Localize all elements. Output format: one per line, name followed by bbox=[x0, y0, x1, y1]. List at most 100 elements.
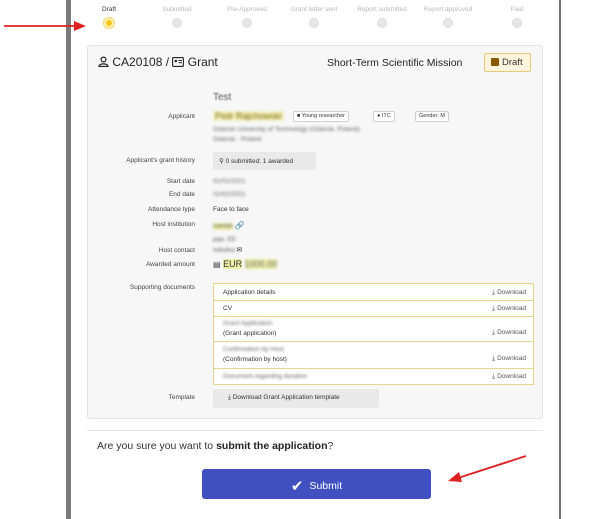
step-dot bbox=[172, 18, 182, 28]
grant-history-button[interactable]: ⚲ 0 submitted; 1 awarded bbox=[213, 152, 316, 170]
download-label: Download bbox=[497, 329, 526, 336]
draft-status-button[interactable]: Draft bbox=[484, 53, 531, 72]
card-header: CA20108 / Grant Short-Term Scientific Mi… bbox=[88, 46, 544, 80]
applicant-label: Applicant bbox=[168, 113, 195, 120]
awarded-amount-label: Awarded amount bbox=[145, 261, 195, 268]
download-link[interactable]: ⤓ Download bbox=[492, 329, 526, 337]
download-link[interactable]: ⤓ Download bbox=[492, 289, 526, 297]
step-label: Draft bbox=[101, 6, 117, 13]
document-name: Grant Application bbox=[223, 320, 273, 327]
confirm-emphasis: submit the application bbox=[216, 440, 328, 452]
document-name: CV bbox=[223, 305, 233, 312]
grant-identifier: CA20108 / Grant bbox=[98, 55, 218, 69]
step-dot bbox=[443, 18, 453, 28]
confirm-suffix: ? bbox=[327, 440, 334, 452]
save-icon bbox=[491, 58, 499, 66]
search-icon: ⚲ bbox=[219, 158, 226, 165]
awarded-amount-number: 1000.00 bbox=[244, 259, 278, 269]
document-name: Document regarding duration bbox=[223, 373, 308, 380]
step-label: Pre-Approved bbox=[226, 6, 268, 13]
supporting-documents-table: Application details ⤓ Download CV ⤓ Downlo… bbox=[213, 283, 534, 385]
applicant-organization: Gdansk University of Technology (Gdansk,… bbox=[213, 126, 360, 133]
step-label: Submitted bbox=[162, 6, 192, 13]
download-link[interactable]: ⤓ Download bbox=[492, 355, 526, 363]
applicant-location: Gdansk - Poland bbox=[213, 136, 262, 143]
document-row: Application details ⤓ Download bbox=[214, 284, 533, 301]
download-label: Download bbox=[497, 355, 526, 362]
host-contact-label: Host contact bbox=[158, 247, 195, 254]
end-date-label: End date bbox=[168, 191, 195, 198]
tag-label: ITC bbox=[381, 113, 391, 119]
link-icon[interactable]: 🔗 bbox=[235, 221, 245, 230]
awarded-currency: EUR bbox=[223, 259, 243, 269]
awarded-amount-value: ▤ EUR 1000.00 bbox=[213, 259, 278, 269]
confirm-prefix: Are you sure you want to bbox=[97, 440, 217, 452]
document-row: Document regarding duration ⤓ Download bbox=[214, 369, 533, 384]
step-dot bbox=[242, 18, 252, 28]
download-icon: ⤓ bbox=[491, 305, 496, 312]
host-contact-value: hdhdhd ✉ bbox=[213, 246, 242, 254]
download-template-label: Download Grant Application template bbox=[232, 394, 340, 401]
action-code: CA20108 / bbox=[112, 55, 173, 69]
step-report-approved: Report approved bbox=[418, 6, 478, 28]
download-icon: ⤓ bbox=[491, 329, 496, 336]
step-dot bbox=[104, 18, 114, 28]
document-row: Grant Application (Grant application) ⤓ D… bbox=[214, 317, 533, 342]
document-name: Confirmation by Host bbox=[223, 346, 284, 353]
download-label: Download bbox=[497, 289, 526, 296]
envelope-icon[interactable]: ✉ bbox=[237, 247, 243, 254]
step-dot bbox=[512, 18, 522, 28]
step-paid: Paid bbox=[487, 6, 547, 28]
tag-young-researcher: ■ Young researcher bbox=[293, 111, 349, 122]
document-row: Confirmation by Host (Confirmation by ho… bbox=[214, 342, 533, 369]
annotation-arrow-draft bbox=[4, 21, 86, 31]
attendance-type-value: Face to face bbox=[213, 206, 249, 213]
host-contact-name: hdhdhd bbox=[213, 247, 235, 254]
attendance-type-label: Attendance type bbox=[148, 206, 195, 213]
tag-label: Young researcher bbox=[301, 113, 345, 119]
host-institution-name: hdhfdh bbox=[213, 223, 233, 230]
mission-type: Short-Term Scientific Mission bbox=[327, 57, 463, 69]
download-label: Download bbox=[497, 373, 526, 380]
window-edge-left bbox=[66, 0, 71, 519]
users-icon bbox=[98, 56, 109, 68]
download-icon: ⤓ bbox=[491, 373, 496, 380]
window-edge-right bbox=[559, 0, 561, 519]
grant-history-label: Applicant's grant history bbox=[126, 157, 195, 164]
step-label: Report submitted bbox=[357, 6, 407, 13]
tag-itc: ● ITC bbox=[373, 111, 395, 122]
end-date-value: 01/02/2021 bbox=[213, 191, 246, 198]
applicant-name: Piotr Rajchowski bbox=[213, 111, 284, 121]
step-dot bbox=[377, 18, 387, 28]
step-report-submitted: Report submitted bbox=[352, 6, 412, 28]
document-subtitle: (Grant application) bbox=[223, 330, 277, 337]
section-divider bbox=[87, 430, 543, 431]
application-title: Test bbox=[213, 92, 232, 103]
document-row: CV ⤓ Download bbox=[214, 301, 533, 317]
step-label: Paid bbox=[510, 6, 524, 13]
download-link[interactable]: ⤓ Download bbox=[492, 373, 526, 381]
submit-label: Submit bbox=[309, 480, 343, 492]
draft-status-label: Draft bbox=[502, 57, 523, 68]
tag-label: Gender: M bbox=[419, 113, 445, 119]
step-pre-approved: Pre-Approved bbox=[217, 6, 277, 28]
host-institution-label: Host institution bbox=[152, 221, 195, 228]
tag-gender: Gender: M bbox=[415, 111, 449, 122]
annotation-arrow-submit bbox=[448, 455, 527, 482]
start-date-label: Start date bbox=[166, 178, 195, 185]
step-label: Report approved bbox=[423, 6, 473, 13]
template-label: Template bbox=[168, 394, 195, 401]
submit-button[interactable]: ✔ Submit bbox=[202, 469, 431, 499]
step-grant-letter-sent: Grant letter sent bbox=[284, 6, 344, 28]
step-draft: Draft bbox=[79, 6, 139, 28]
grant-type-label: Grant bbox=[187, 55, 218, 69]
document-name: Application details bbox=[223, 289, 276, 296]
host-contact-extra: ppp, EE bbox=[213, 236, 237, 243]
grant-card: CA20108 / Grant Short-Term Scientific Mi… bbox=[87, 45, 543, 419]
status-stepper: Draft Submitted Pre-Approved Grant lette… bbox=[78, 0, 541, 36]
download-icon: ⤓ bbox=[491, 289, 496, 296]
download-link[interactable]: ⤓ Download bbox=[492, 305, 526, 313]
download-template-button[interactable]: ⤓ Download Grant Application template bbox=[213, 389, 379, 408]
document-subtitle: (Confirmation by host) bbox=[223, 356, 287, 363]
check-icon: ✔ bbox=[290, 478, 304, 495]
